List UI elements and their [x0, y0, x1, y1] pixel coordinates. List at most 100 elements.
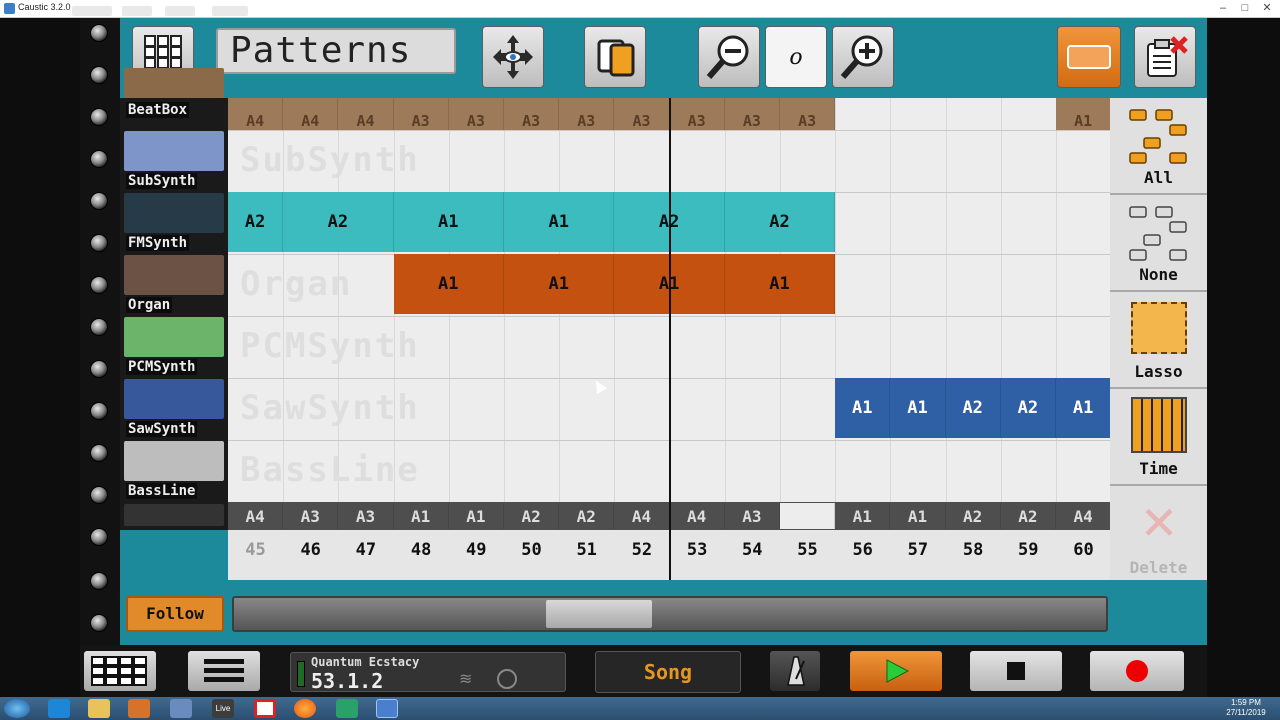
select-none-icon	[1129, 206, 1187, 261]
app-icon[interactable]	[254, 699, 276, 718]
export-button[interactable]	[1057, 26, 1121, 88]
maximize-button[interactable]: □	[1234, 0, 1256, 16]
sequence-cell[interactable]: A2	[945, 503, 1001, 529]
pattern-block[interactable]: A3	[504, 98, 560, 130]
caustic-taskbar-icon[interactable]	[376, 699, 398, 718]
scrollbar-thumb[interactable]	[546, 600, 652, 628]
instrument-fmsynth[interactable]: FMSynth	[120, 191, 228, 253]
sequence-cell[interactable]	[780, 503, 836, 529]
sequence-cell[interactable]: A1	[835, 503, 891, 529]
sequence-cell[interactable]: A4	[614, 503, 670, 529]
instrument-thumbnail	[124, 193, 224, 233]
playhead[interactable]	[669, 98, 671, 580]
sequence-cell[interactable]: A4	[669, 503, 725, 529]
pattern-block[interactable]: A1	[504, 192, 615, 252]
pattern-block[interactable]: A1	[835, 378, 891, 438]
pattern-block[interactable]: A3	[559, 98, 615, 130]
media-player-icon[interactable]	[128, 699, 150, 718]
pattern-block[interactable]: A2	[945, 378, 1001, 438]
binder-ring	[90, 486, 108, 504]
start-button[interactable]	[4, 699, 30, 718]
song-display: Quantum Ecstacy 53.1.2 ≋	[290, 652, 566, 693]
live-icon[interactable]: Live	[212, 699, 234, 718]
instrument-mixer[interactable]	[120, 502, 228, 528]
window-titlebar: Caustic 3.2.0 – □ ✕	[0, 0, 1280, 18]
record-button[interactable]	[1090, 651, 1184, 691]
sequence-cell[interactable]: A2	[559, 503, 615, 529]
zoom-in-icon	[840, 35, 883, 79]
copy-button[interactable]	[584, 26, 646, 88]
instrument-subsynth[interactable]: SubSynth	[120, 129, 228, 191]
pattern-block[interactable]: A1	[890, 378, 946, 438]
zoom-out-button[interactable]	[698, 26, 760, 88]
menu-button[interactable]	[188, 651, 260, 691]
pattern-block[interactable]: A1	[393, 254, 504, 314]
sequence-cell[interactable]: A1	[890, 503, 946, 529]
pattern-block[interactable]: A3	[724, 98, 780, 130]
pattern-block[interactable]: A1	[393, 192, 504, 252]
pattern-block[interactable]: A1	[1056, 378, 1110, 438]
instrument-thumbnail	[124, 379, 224, 419]
pattern-grid-button[interactable]	[84, 651, 156, 691]
metronome-icon	[787, 656, 805, 686]
sequence-cell[interactable]: A4	[228, 503, 284, 529]
sequence-cell[interactable]: A1	[448, 503, 504, 529]
metronome-button[interactable]	[770, 651, 820, 691]
zoom-level[interactable]: o	[765, 26, 827, 88]
system-clock[interactable]: 1:59 PM 27/11/2019	[1216, 698, 1276, 718]
instrument-sawsynth[interactable]: SawSynth	[120, 377, 228, 439]
explorer-icon[interactable]	[88, 699, 110, 718]
lasso-button[interactable]: Lasso	[1110, 292, 1207, 389]
app-icon[interactable]	[170, 699, 192, 718]
pattern-block[interactable]: A2	[724, 192, 836, 252]
pattern-block[interactable]: A4	[338, 98, 394, 130]
pattern-block[interactable]: A3	[669, 98, 725, 130]
pattern-block[interactable]: A2	[228, 192, 284, 252]
pattern-block[interactable]: A1	[724, 254, 836, 314]
pattern-block[interactable]: A3	[780, 98, 836, 130]
instrument-thumbnail	[124, 504, 224, 526]
firefox-icon[interactable]	[294, 699, 316, 718]
app-icon[interactable]	[336, 699, 358, 718]
song-mode-button[interactable]: Song	[595, 651, 741, 693]
pattern-block[interactable]: A4	[228, 98, 284, 130]
pattern-block[interactable]: A4	[283, 98, 339, 130]
move-button[interactable]	[482, 26, 544, 88]
sequence-cell[interactable]: A3	[724, 503, 780, 529]
time-button[interactable]: Time	[1110, 389, 1207, 486]
pattern-block[interactable]: A1	[504, 254, 615, 314]
pattern-block[interactable]: A2	[1000, 378, 1056, 438]
pattern-block[interactable]: A1	[1056, 98, 1110, 130]
sequence-cell[interactable]: A4	[1056, 503, 1110, 529]
sequence-cell[interactable]: A1	[393, 503, 449, 529]
bar-number: 48	[410, 540, 432, 560]
sequence-cell[interactable]: A3	[283, 503, 339, 529]
sequence-cell[interactable]: A3	[338, 503, 394, 529]
select-all-label: All	[1144, 168, 1173, 187]
select-none-button[interactable]: None	[1110, 195, 1207, 292]
select-all-button[interactable]: All	[1110, 98, 1207, 195]
sequence-cell[interactable]: A2	[1000, 503, 1056, 529]
instrument-pcmsynth[interactable]: PCMSynth	[120, 315, 228, 377]
follow-button[interactable]: Follow	[126, 596, 224, 632]
zoom-in-button[interactable]	[832, 26, 894, 88]
pattern-block[interactable]: A3	[393, 98, 449, 130]
stop-button[interactable]	[970, 651, 1062, 691]
pattern-block[interactable]: A2	[283, 192, 394, 252]
song-scrollbar[interactable]	[232, 596, 1108, 632]
clock-time: 1:59 PM	[1231, 698, 1261, 707]
instrument-beatbox[interactable]: BeatBox	[120, 68, 228, 120]
minimize-button[interactable]: –	[1212, 0, 1234, 16]
instrument-bassline[interactable]: BassLine	[120, 439, 228, 501]
delete-button[interactable]: ✕ Delete	[1110, 486, 1207, 583]
sequence-cell[interactable]: A2	[504, 503, 560, 529]
instrument-organ[interactable]: Organ	[120, 253, 228, 315]
bar-number: 47	[355, 540, 377, 560]
pattern-block[interactable]: A3	[448, 98, 504, 130]
close-button[interactable]: ✕	[1256, 0, 1278, 16]
sync-icon[interactable]	[497, 669, 517, 689]
clear-button[interactable]	[1134, 26, 1196, 88]
ie-icon[interactable]	[48, 699, 70, 718]
pattern-block[interactable]: A3	[614, 98, 670, 130]
play-button[interactable]	[850, 651, 942, 691]
